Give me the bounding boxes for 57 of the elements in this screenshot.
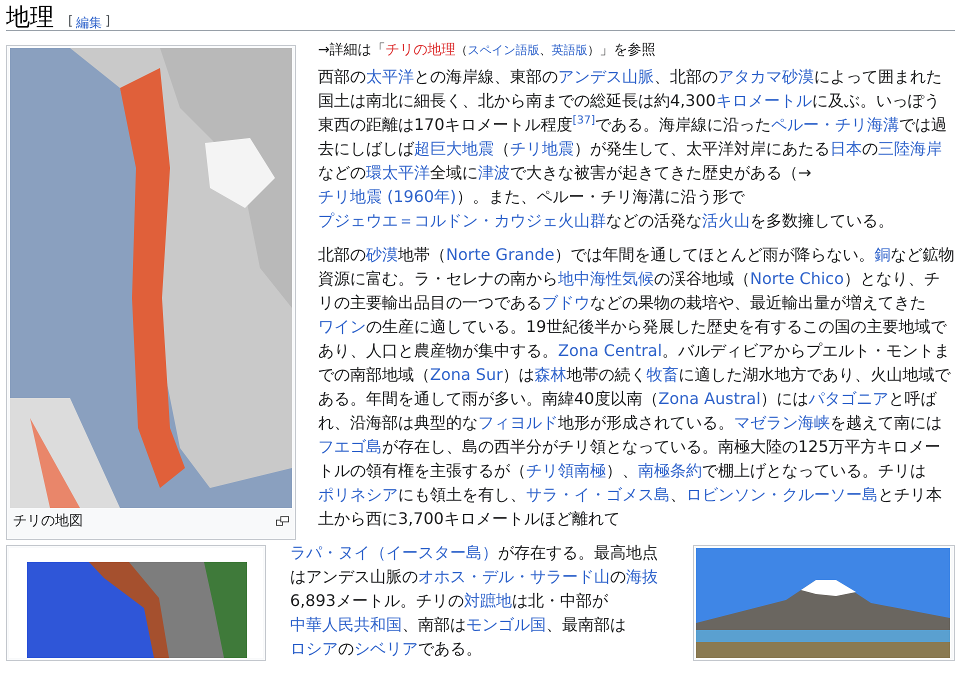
text-link[interactable]: フエゴ島	[318, 437, 382, 456]
text-link[interactable]: チリ地震 (1960年)	[318, 187, 456, 206]
text-link[interactable]: フィヨルド	[478, 413, 558, 432]
paragraph: 西部の太平洋との海岸線、東部のアンデス山脈、北部のアタカマ砂漠によって囲まれた国土は南北に細長く、北から南までの総延長は約4,300キロメートルに及ぶ。いっぽう東西の距離は170キロメートル程度$^{[37]}$である。海岸線に沿ったペルー・チリ海溝では過去にしばしば超巨大地震（チリ地震）が発生して、太平洋対岸にあたる 日本の三陸海岸 などの環太平洋全域に津波で大きな被害が起きてきた歴史がある（→ チリ地震 (1960年)）。また、ペルー・チリ海溝に沿う形で プジェウエ＝コルドン・カウジェ火山群などの活発な活火山を多数擁している。	[318, 66, 948, 232]
paragraph: ラパ・ヌイ（イースター島）が存在する。最高地点はアンデス山脈のオホス・デル・サラード山の海抜 6,893メートル。チリの対蹠地は北・中部が 中華人民共和国、南部はモンゴル国、最南部は ロシアのシベリアである。	[290, 542, 659, 660]
section-heading: 地理	[6, 4, 54, 30]
see-also-note: →詳細は「チリの地理（スペイン語版、英語版）」を参照	[318, 41, 657, 60]
text-link[interactable]: 対蹠地	[464, 591, 512, 610]
edit-link[interactable]: 編集	[76, 14, 102, 32]
enlarge-icon[interactable]	[276, 516, 289, 526]
text-link[interactable]: サラ・イ・ゴメス島	[526, 485, 670, 504]
text-link[interactable]: Zona Central	[558, 341, 662, 360]
text-link[interactable]: 海抜	[626, 567, 658, 586]
text-link[interactable]: 中華人民共和国	[290, 615, 402, 634]
text-link[interactable]: Norte Grande	[446, 245, 554, 264]
text-link[interactable]: アンデス山脈	[558, 67, 654, 86]
footnote-link[interactable]: [37]	[572, 114, 596, 127]
figure-caption: チリの地図	[13, 512, 83, 531]
text-link[interactable]: アタカマ砂漠	[718, 67, 814, 86]
text-link[interactable]: 銅	[874, 245, 890, 264]
text-link[interactable]: 環太平洋	[366, 163, 430, 182]
text-link[interactable]: 三陸海岸	[878, 139, 942, 158]
text-link[interactable]: キロメートル	[716, 91, 812, 110]
text-link[interactable]: 超巨大地震	[414, 139, 494, 158]
text-link[interactable]: Norte Chico	[750, 269, 844, 288]
text-link[interactable]: マゼラン海峡	[734, 413, 830, 432]
text-link[interactable]: チリ地震	[510, 139, 574, 158]
text-link[interactable]: ポリネシア	[318, 485, 398, 504]
text-link[interactable]: チリ領南極	[526, 461, 606, 480]
text-link[interactable]: 活火山	[702, 211, 750, 230]
text-link[interactable]: モンゴル国	[466, 615, 546, 634]
text-link[interactable]: ブドウ	[542, 293, 590, 312]
text-link[interactable]: ペルー・チリ海溝	[771, 115, 900, 134]
bracket: ]	[105, 14, 110, 31]
bracket: [	[68, 14, 74, 31]
text-link[interactable]: 牧畜	[646, 365, 679, 384]
text-link[interactable]: 日本	[830, 139, 862, 158]
text-link[interactable]: ロシア	[290, 639, 338, 658]
text-link[interactable]: ワイン	[318, 317, 366, 336]
text-link[interactable]: ロビンソン・クルーソー島	[686, 485, 878, 504]
text-link[interactable]: スペイン語版	[468, 43, 540, 57]
text-link[interactable]: 砂漠	[366, 245, 398, 264]
text-link[interactable]: オホス・デル・サラード山	[418, 567, 610, 586]
text-link[interactable]: 太平洋	[366, 67, 414, 86]
text-link[interactable]: Zona Austral	[658, 389, 761, 408]
text-link[interactable]: 南極条約	[638, 461, 702, 480]
paragraph: 北部の砂漠地帯（Norte Grande）では年間を通してほとんど雨が降らない。銅など鉱物資源に富む。ラ・セレナの南から地中海性気候の渓谷地域（Norte Chico）となり、チリの主要輸出品目の一つである ブドウなどの果物の栽培や、最近輸出量が増えてきた ワインの生産に適している。19世紀後半から発展した歴史を有するこの国の主要地域であり、人口と農産物が集中する。Zona Central。バルディビアからプエルト・モントまでの南部地域（Zona Sur）は森林地帯の続く 牧畜に適した湖水地方であり、火山地域である。年間を通して雨が多い。南緯40度以南（Zona Austral）にはパタゴニア と呼ばれ、沿海部は典型的なフィヨルド地形が形成されている。マゼラン海峡を越えて南には フエゴ島が存在し、島の西半分がチリ領となっている。南極大陸の125万平方キロメートルの領有権を主張するが（チリ領南極）、南極条約で棚上げとなっている。チリは ポリネシアにも領土を有し、サラ・イ・ゴメス島、ロビンソン・クルーソー島 とチリ本土から西に3,700キロメートルほど離れて	[318, 244, 955, 530]
text-link[interactable]: ラパ・ヌイ（イースター島）	[290, 543, 498, 562]
text-link[interactable]: 地中海性気候	[558, 269, 654, 288]
text-link[interactable]: 津波	[478, 163, 510, 182]
text-link[interactable]: シベリア	[354, 639, 418, 658]
text-link[interactable]: Zona Sur	[430, 365, 503, 384]
text-link[interactable]: 森林	[534, 365, 567, 384]
text-link[interactable]: パタゴニア	[808, 389, 889, 408]
text-link[interactable]: チリの地理	[386, 42, 456, 58]
text-link[interactable]: プジェウエ＝コルドン・カウジェ火山群	[318, 211, 606, 230]
text-link[interactable]: 英語版	[552, 43, 588, 57]
